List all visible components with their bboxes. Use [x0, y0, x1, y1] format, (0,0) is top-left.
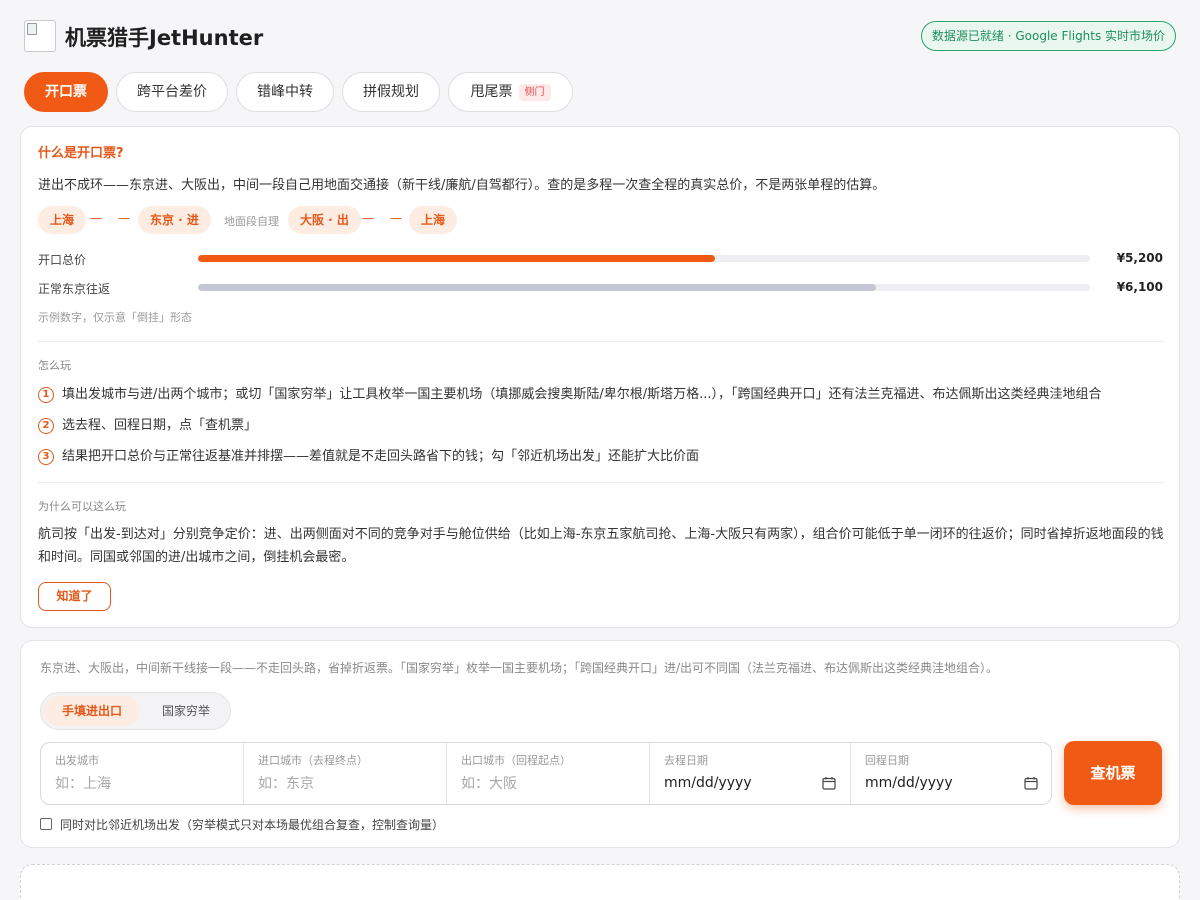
step-number: 1 — [38, 387, 54, 403]
tab-label: 甩尾票 — [470, 84, 513, 100]
outbound-date-input[interactable]: mm/dd/yyyy — [664, 775, 752, 791]
why-title: 为什么可以这么玩 — [38, 500, 126, 513]
return-date-field[interactable]: 回程日期 mm/dd/yyyy — [851, 743, 1052, 804]
tab-open-jaw[interactable]: 开口票 — [24, 72, 108, 112]
results-placeholder — [20, 864, 1180, 900]
route-dash: — — [118, 211, 130, 225]
nearby-airports-checkbox[interactable] — [40, 818, 52, 830]
got-it-button[interactable]: 知道了 — [38, 582, 111, 611]
calendar-icon[interactable] — [1024, 776, 1038, 790]
step-item: 1 填出发城市与进/出两个城市；或切「国家穷举」让工具枚举一国主要机场（填挪威会搜… — [38, 383, 1102, 403]
logo-image — [24, 20, 56, 52]
route-dash: — — [362, 211, 374, 225]
field-label: 出口城市（回程起点） — [461, 754, 571, 767]
step-text: 结果把开口总价与正常往返基准并排摆——差值就是不走回头路省下的钱；勾「邻近机场出… — [62, 449, 700, 464]
how-title: 怎么玩 — [38, 359, 71, 372]
side-door-badge: 侧门 — [518, 84, 551, 101]
route-depart-chip: 大阪 · 出 — [288, 206, 361, 234]
bar-fill-open-jaw — [198, 255, 716, 262]
field-label: 去程日期 — [664, 754, 708, 767]
departure-city-input[interactable] — [461, 773, 631, 795]
origin-field: 出发城市 — [41, 743, 244, 804]
step-text: 填出发城市与进/出两个城市；或切「国家穷举」让工具枚举一国主要机场（填挪威会搜奥… — [62, 387, 1102, 402]
mode-toggle: 手填进出口 国家穷举 — [40, 692, 231, 730]
bar-fill-roundtrip — [198, 284, 876, 291]
origin-input[interactable] — [55, 773, 225, 795]
step-number: 3 — [38, 449, 54, 465]
calendar-icon[interactable] — [822, 776, 836, 790]
search-note: 东京进、大阪出，中间新干线接一段——不走回头路，省掉折返票。「国家穷举」枚举一国… — [40, 661, 999, 675]
bar-label-roundtrip: 正常东京往返 — [38, 282, 111, 296]
broken-image-icon — [27, 23, 37, 35]
route-dash: — — [390, 211, 402, 225]
tab-cross-platform[interactable]: 跨平台差价 — [116, 72, 228, 112]
arrival-city-field: 进口城市（去程终点） — [244, 743, 447, 804]
bar-value-open-jaw: ¥5,200 — [1116, 251, 1163, 265]
bar-label-open-jaw: 开口总价 — [38, 253, 87, 267]
tab-label: 开口票 — [45, 84, 87, 100]
route-origin-chip: 上海 — [38, 206, 87, 234]
bar-track-roundtrip — [198, 284, 1090, 291]
search-flights-button[interactable]: 查机票 — [1064, 741, 1162, 805]
tab-off-peak-transfer[interactable]: 错峰中转 — [236, 72, 334, 112]
step-item: 3 结果把开口总价与正常往返基准并排摆——差值就是不走回头路省下的钱；勾「邻近机场… — [38, 445, 699, 465]
step-text: 选去程、回程日期，点「查机票」 — [62, 418, 258, 433]
step-number: 2 — [38, 418, 54, 434]
bar-value-roundtrip: ¥6,100 — [1116, 280, 1163, 294]
tab-holiday-planning[interactable]: 拼假规划 — [342, 72, 440, 112]
return-date-input[interactable]: mm/dd/yyyy — [865, 775, 953, 791]
bars-note: 示例数字，仅示意「倒挂」形态 — [38, 311, 192, 324]
field-label: 进口城市（去程终点） — [258, 754, 368, 767]
step-item: 2 选去程、回程日期，点「查机票」 — [38, 414, 257, 434]
ground-segment-note: 地面段自理 — [224, 215, 279, 228]
route-return-chip: 上海 — [409, 206, 458, 234]
divider — [38, 341, 1164, 342]
why-text: 航司按「出发-到达对」分别竞争定价：进、出两侧面对不同的竞争对手与舱位供给（比如… — [38, 527, 1164, 565]
app-title: 机票猎手JetHunter — [65, 26, 264, 50]
nearby-airports-label: 同时对比邻近机场出发（穷举模式只对本场最优组合复查，控制查询量） — [60, 818, 445, 832]
field-label: 出发城市 — [55, 754, 99, 767]
field-label: 回程日期 — [865, 754, 909, 767]
explainer-card: 什么是开口票? 进出不成环——东京进、大阪出，中间一段自己用地面交通接（新干线/… — [20, 126, 1180, 628]
tab-label: 跨平台差价 — [137, 84, 207, 100]
bar-track-open-jaw — [198, 255, 1090, 262]
app-header: 机票猎手JetHunter 数据源已就绪 · Google Flights 实时… — [0, 0, 1200, 72]
explainer-title: 什么是开口票? — [38, 146, 124, 161]
tab-label: 拼假规划 — [363, 84, 419, 100]
tab-label: 错峰中转 — [257, 84, 313, 100]
search-card: 东京进、大阪出，中间新干线接一段——不走回头路，省掉折返票。「国家穷举」枚举一国… — [20, 640, 1180, 848]
route-dash: — — [90, 211, 102, 225]
arrival-city-input[interactable] — [258, 773, 428, 795]
mode-country-button[interactable]: 国家穷举 — [145, 696, 227, 726]
departure-city-field: 出口城市（回程起点） — [447, 743, 650, 804]
divider — [38, 482, 1164, 483]
route-arrive-chip: 东京 · 进 — [138, 206, 211, 234]
data-source-status-badge: 数据源已就绪 · Google Flights 实时市场价 — [921, 21, 1176, 51]
nearby-airports-option[interactable]: 同时对比邻近机场出发（穷举模式只对本场最优组合复查，控制查询量） — [40, 816, 444, 833]
mode-manual-button[interactable]: 手填进出口 — [44, 696, 140, 726]
search-form: 出发城市 进口城市（去程终点） 出口城市（回程起点） 去程日期 mm/dd/yy… — [40, 742, 1052, 805]
tab-hidden-city[interactable]: 甩尾票 侧门 — [448, 72, 573, 112]
explainer-intro: 进出不成环——东京进、大阪出，中间一段自己用地面交通接（新干线/廉航/自驾都行）… — [38, 178, 886, 193]
outbound-date-field[interactable]: 去程日期 mm/dd/yyyy — [650, 743, 851, 804]
